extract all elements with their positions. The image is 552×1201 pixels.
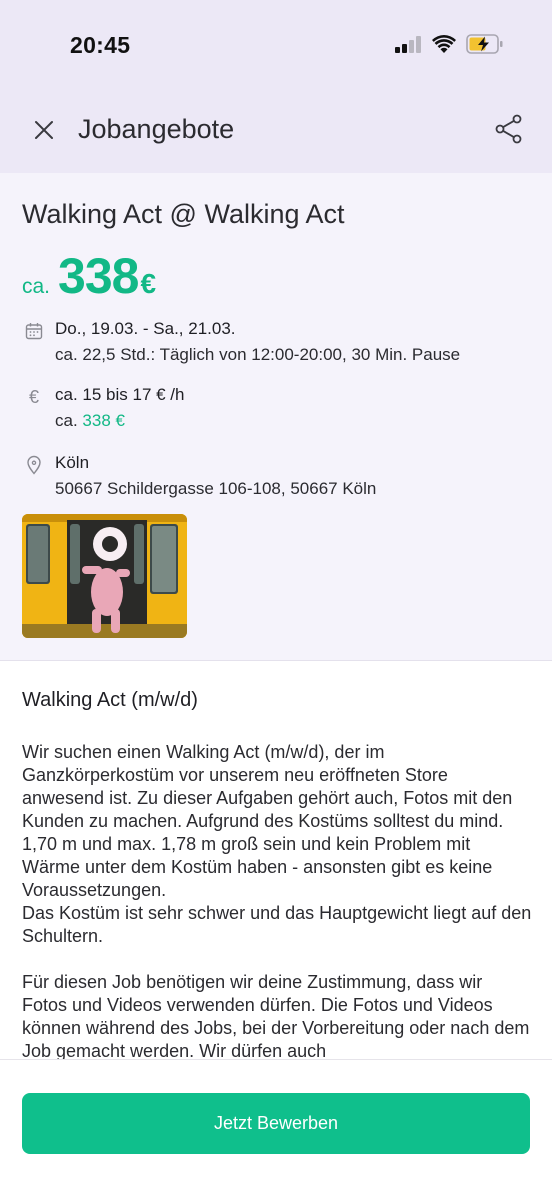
job-description: Walking Act (m/w/d) Wir suchen einen Wal… <box>0 661 552 1059</box>
description-paragraph-1: Wir suchen einen Walking Act (m/w/d), de… <box>22 742 513 900</box>
price-value: 338 <box>58 248 139 304</box>
apply-button[interactable]: Jetzt Bewerben <box>22 1093 530 1154</box>
job-price: ca. 338 € <box>22 247 156 305</box>
footer-bar: Jetzt Bewerben <box>0 1059 552 1201</box>
description-paragraph-1b: Das Kostüm ist sehr schwer und das Haupt… <box>22 903 532 946</box>
share-button[interactable] <box>494 114 524 144</box>
description-paragraph-2: Für diesen Job benötigen wir deine Zusti… <box>22 972 530 1059</box>
description-paragraph: Wir suchen einen Walking Act (m/w/d), de… <box>22 741 532 948</box>
battery-charging-icon <box>466 34 503 54</box>
job-photo[interactable] <box>22 514 187 638</box>
price-prefix: ca. <box>22 275 51 298</box>
job-title: Walking Act @ Walking Act <box>22 199 345 229</box>
price-currency: € <box>140 268 157 299</box>
description-heading: Walking Act (m/w/d) <box>22 689 198 711</box>
close-button[interactable] <box>30 116 58 144</box>
status-time: 20:45 <box>70 32 131 58</box>
total-prefix: ca. <box>55 411 78 430</box>
app-header: 20:45 Jobangebote <box>0 0 552 173</box>
calendar-icon <box>25 323 43 340</box>
location-pin-icon <box>27 455 41 475</box>
costume-photo-image <box>22 514 187 638</box>
total-value: 338 € <box>82 411 125 430</box>
cellular-signal-icon <box>395 36 421 53</box>
date-range: Do., 19.03. - Sa., 21.03. <box>55 319 236 338</box>
euro-icon: € <box>28 387 39 407</box>
total-payment: ca. 338 € <box>55 411 125 431</box>
wifi-icon <box>432 35 456 53</box>
close-icon <box>35 121 53 139</box>
address-link[interactable]: 50667 Schildergasse 106-108, 50667 Köln <box>55 479 376 499</box>
city: Köln <box>55 453 90 472</box>
page-title: Jobangebote <box>78 114 235 144</box>
share-icon <box>495 114 522 144</box>
hourly-rate: ca. 15 bis 17 € /h <box>55 385 185 404</box>
status-bar: 20:45 <box>0 0 552 90</box>
nav-bar: Jobangebote <box>0 96 552 166</box>
description-text: Wir suchen einen Walking Act (m/w/d), de… <box>22 741 532 1059</box>
working-hours: ca. 22,5 Std.: Täglich von 12:00-20:00, … <box>55 345 461 364</box>
job-summary: Walking Act @ Walking Act ca. 338 € Do.,… <box>0 173 552 661</box>
